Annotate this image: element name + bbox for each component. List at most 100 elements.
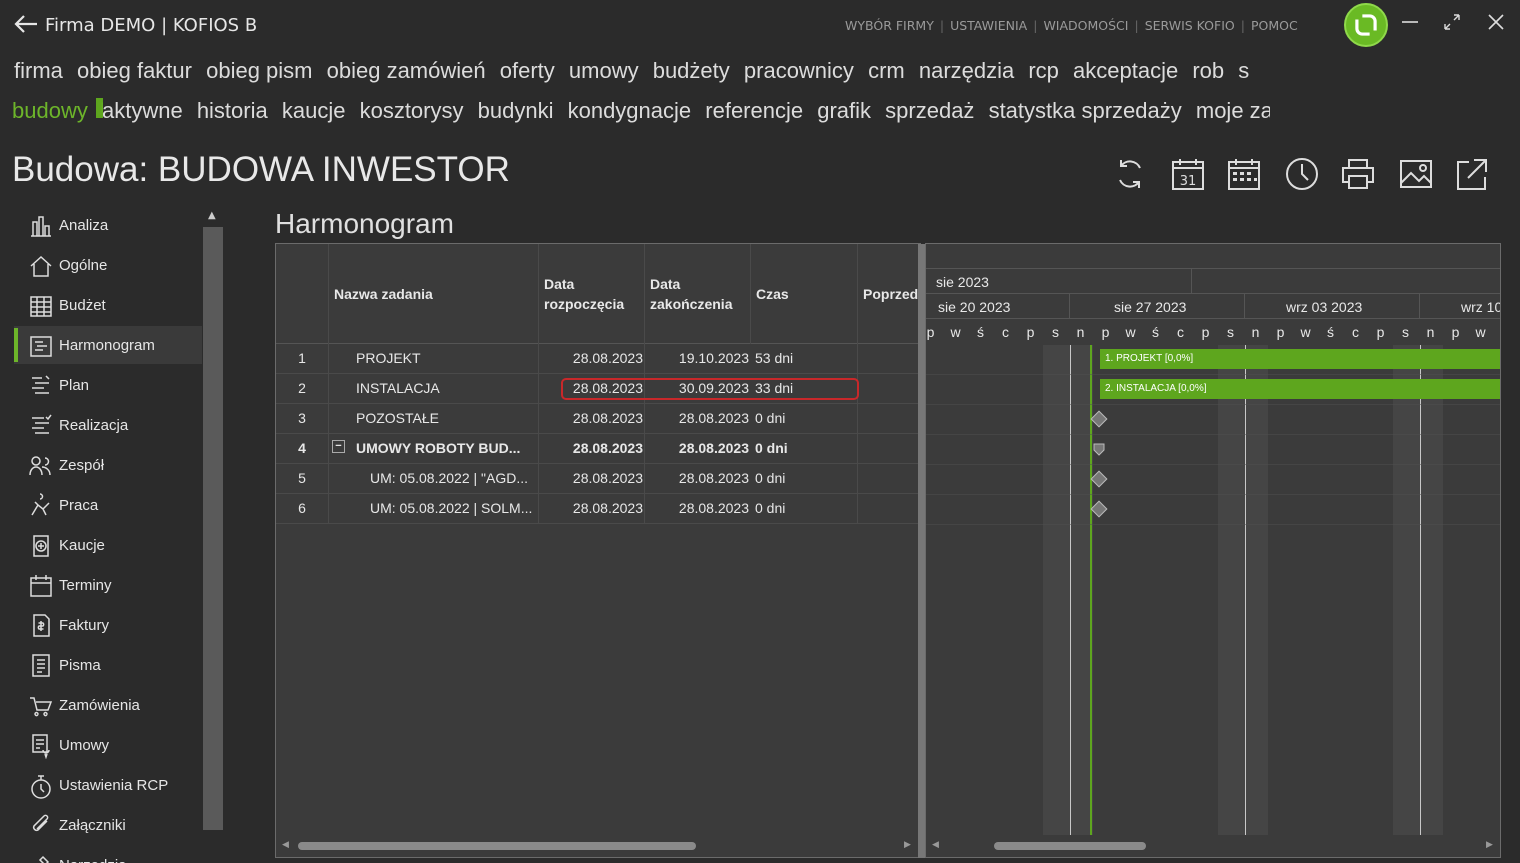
submenu-item-statystka[interactable]: statystka sprzedaży bbox=[989, 98, 1182, 123]
scroll-up-arrow-icon[interactable]: ▲ bbox=[208, 210, 216, 221]
start-date: 28.08.2023 bbox=[572, 410, 643, 426]
gantt-task-bar[interactable]: 2. INSTALACJA [0,0%] bbox=[1100, 379, 1500, 399]
sidebar-item-faktury[interactable]: Faktury bbox=[14, 606, 202, 644]
sidebar-item-ogólne[interactable]: Ogólne bbox=[14, 246, 202, 284]
submenu-item-aktywne[interactable]: aktywne bbox=[102, 98, 183, 123]
menu-item-budzety[interactable]: budżety bbox=[653, 58, 730, 83]
sidebar-item-pisma[interactable]: Pisma bbox=[14, 646, 202, 684]
submenu-item-grafik[interactable]: grafik bbox=[817, 98, 871, 123]
column-header-start-line2: rozpoczęcia bbox=[544, 296, 625, 312]
column-header-predecessors[interactable]: Poprzed bbox=[857, 244, 920, 344]
top-link-settings[interactable]: USTAWIENIA bbox=[950, 18, 1027, 33]
sidebar-item-harmonogram[interactable]: Harmonogram bbox=[14, 326, 202, 364]
column-header-end-line2: zakończenia bbox=[650, 296, 733, 312]
top-link-help[interactable]: POMOC bbox=[1251, 18, 1298, 33]
collapse-toggle-icon[interactable]: − bbox=[332, 440, 345, 453]
kofio-logo[interactable] bbox=[1344, 3, 1388, 47]
sidebar-item-załączniki[interactable]: Załączniki bbox=[14, 806, 202, 844]
gantt-scroll-right-icon[interactable]: ▶ bbox=[1486, 840, 1493, 850]
menu-item-akceptacje[interactable]: akceptacje bbox=[1073, 58, 1178, 83]
gantt-week-label: sie 20 2023 bbox=[938, 299, 1011, 315]
menu-item-umowy[interactable]: umowy bbox=[569, 58, 639, 83]
calendar-month-icon[interactable] bbox=[1226, 156, 1262, 192]
row-number: 3 bbox=[298, 410, 306, 426]
column-header-end[interactable]: Data zakończenia bbox=[644, 244, 750, 344]
gantt-milestone-icon[interactable] bbox=[1090, 500, 1108, 518]
column-header-end-line1: Data bbox=[650, 276, 681, 292]
menu-item-obieg-pism[interactable]: obieg pism bbox=[206, 58, 312, 83]
sidebar-item-analiza[interactable]: Analiza bbox=[14, 206, 202, 244]
sidebar-item-umowy[interactable]: Umowy bbox=[14, 726, 202, 764]
sidebar-item-kaucje[interactable]: Kaucje bbox=[14, 526, 202, 564]
menu-item-oferty[interactable]: oferty bbox=[500, 58, 555, 83]
sidebar-item-zamówienia[interactable]: Zamówienia bbox=[14, 686, 202, 724]
grid-gantt-splitter[interactable] bbox=[918, 244, 925, 858]
image-icon[interactable] bbox=[1398, 156, 1434, 192]
submenu-item-kosztorysy[interactable]: kosztorysy bbox=[360, 98, 464, 123]
sidebar-item-terminy[interactable]: Terminy bbox=[14, 566, 202, 604]
sidebar-item-ustawienia-rcp[interactable]: Ustawienia RCP bbox=[14, 766, 202, 804]
gantt-task-bar[interactable]: 1. PROJEKT [0,0%] bbox=[1100, 349, 1500, 369]
table-row[interactable]: 3 POZOSTAŁE 28.08.2023 28.08.2023 0 dni bbox=[276, 404, 920, 434]
table-row[interactable]: 1 PROJEKT 28.08.2023 19.10.2023 53 dni bbox=[276, 344, 920, 374]
menu-item-crm[interactable]: crm bbox=[868, 58, 905, 83]
gantt-header-divider bbox=[1191, 269, 1192, 294]
submenu-item-historia[interactable]: historia bbox=[197, 98, 268, 123]
submenu-item-moje-zadania[interactable]: moje zadania bbox=[1196, 98, 1270, 123]
end-date: 28.08.2023 bbox=[678, 500, 749, 516]
gantt-milestone-icon[interactable] bbox=[1090, 470, 1108, 488]
gantt-summary-marker-icon[interactable] bbox=[1092, 442, 1106, 456]
sidebar-item-praca[interactable]: Praca bbox=[14, 486, 202, 524]
end-date: 28.08.2023 bbox=[678, 470, 749, 486]
scroll-left-arrow-icon[interactable]: ◀ bbox=[282, 840, 289, 850]
table-row[interactable]: 5 UM: 05.08.2022 | "AGD... 28.08.2023 28.08… bbox=[276, 464, 920, 494]
submenu-item-kaucje[interactable]: kaucje bbox=[282, 98, 346, 123]
column-header-name[interactable]: Nazwa zadania bbox=[328, 244, 538, 344]
scroll-right-arrow-icon[interactable]: ▶ bbox=[904, 840, 911, 850]
sidebar-item-zespół[interactable]: Zespół bbox=[14, 446, 202, 484]
gantt-scrollbar-thumb[interactable] bbox=[994, 842, 1146, 850]
top-link-service[interactable]: SERWIS KOFIO bbox=[1145, 18, 1235, 33]
refresh-icon[interactable] bbox=[1112, 156, 1148, 192]
close-icon[interactable] bbox=[1484, 10, 1508, 34]
top-link-messages[interactable]: WIADOMOŚCI bbox=[1043, 18, 1128, 33]
sidebar-item-realizacja[interactable]: Realizacja bbox=[14, 406, 202, 444]
column-header-start[interactable]: Data rozpoczęcia bbox=[538, 244, 644, 344]
menu-item-obieg-zamowien[interactable]: obieg zamówień bbox=[327, 58, 486, 83]
maximize-icon[interactable] bbox=[1440, 10, 1464, 34]
menu-item-pracownicy[interactable]: pracownicy bbox=[744, 58, 854, 83]
calendar-day-icon[interactable]: 31 bbox=[1170, 156, 1206, 192]
clock-icon[interactable] bbox=[1284, 156, 1320, 192]
gantt-milestone-icon[interactable] bbox=[1090, 410, 1108, 428]
menu-item-s[interactable]: s bbox=[1238, 58, 1249, 83]
external-link-icon[interactable] bbox=[1454, 156, 1490, 192]
grid-scrollbar-thumb[interactable] bbox=[298, 842, 696, 850]
submenu-item-budowy[interactable]: budowy bbox=[12, 98, 88, 123]
print-icon[interactable] bbox=[1340, 156, 1376, 192]
sidebar-item-plan[interactable]: Plan bbox=[14, 366, 202, 404]
sidebar-item-budżet[interactable]: Budżet bbox=[14, 286, 202, 324]
submenu-item-kondygnacje[interactable]: kondygnacje bbox=[568, 98, 692, 123]
menu-item-rcp[interactable]: rcp bbox=[1028, 58, 1059, 83]
sidebar-item-narzędzia[interactable]: Narzędzia bbox=[14, 846, 202, 863]
menu-item-obieg-faktur[interactable]: obieg faktur bbox=[77, 58, 192, 83]
column-header-duration[interactable]: Czas bbox=[750, 244, 858, 344]
back-arrow-icon[interactable] bbox=[12, 10, 40, 38]
top-link-company[interactable]: WYBÓR FIRMY bbox=[845, 18, 934, 33]
submenu-item-sprzedaz[interactable]: sprzedaż bbox=[885, 98, 974, 123]
sidebar-item-label: Terminy bbox=[59, 577, 112, 594]
gantt-scroll-left-icon[interactable]: ◀ bbox=[932, 840, 939, 850]
sub-menu: budowy | aktywne historia kaucje kosztory… bbox=[12, 98, 1270, 130]
minimize-icon[interactable] bbox=[1398, 10, 1422, 34]
gantt-day-label: w bbox=[1300, 324, 1311, 340]
menu-item-narzedzia[interactable]: narzędzia bbox=[919, 58, 1014, 83]
submenu-item-referencje[interactable]: referencje bbox=[705, 98, 803, 123]
submenu-item-budynki[interactable]: budynki bbox=[478, 98, 554, 123]
sidebar-scrollbar-thumb[interactable] bbox=[203, 227, 223, 830]
start-date: 28.08.2023 bbox=[572, 440, 643, 456]
menu-item-firma[interactable]: firma bbox=[14, 58, 63, 83]
table-row[interactable]: 4 − UMOWY ROBOTY BUD... 28.08.2023 28.08.202… bbox=[276, 434, 920, 464]
table-row[interactable]: 6 UM: 05.08.2022 | SOLM... 28.08.2023 28.08… bbox=[276, 494, 920, 524]
menu-item-rob[interactable]: rob bbox=[1192, 58, 1224, 83]
document-icon bbox=[32, 654, 50, 677]
